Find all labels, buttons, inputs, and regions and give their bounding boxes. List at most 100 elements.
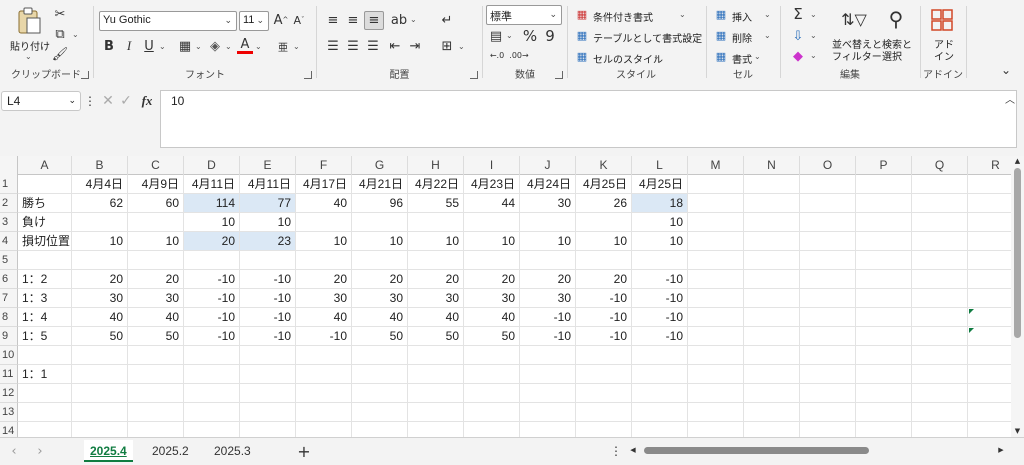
- more-options-icon[interactable]: ⋮: [84, 93, 96, 109]
- clear-icon[interactable]: ◆: [790, 48, 806, 64]
- cell-n5[interactable]: [744, 251, 800, 270]
- cell-c4[interactable]: 10: [128, 232, 184, 251]
- column-header-p[interactable]: P: [856, 156, 912, 175]
- cell-h1[interactable]: 4月22日: [408, 175, 464, 194]
- cell-f5[interactable]: [296, 251, 352, 270]
- cell-p13[interactable]: [856, 403, 912, 422]
- insert-dropdown-icon[interactable]: ⌄: [764, 10, 771, 19]
- cell-b13[interactable]: [72, 403, 128, 422]
- clipboard-launcher-icon[interactable]: [81, 71, 89, 79]
- cell-p9[interactable]: [856, 327, 912, 346]
- cell-b9[interactable]: 50: [72, 327, 128, 346]
- cell-h5[interactable]: [408, 251, 464, 270]
- cell-p12[interactable]: [856, 384, 912, 403]
- cell-c11[interactable]: [128, 365, 184, 384]
- cell-n1[interactable]: [744, 175, 800, 194]
- italic-icon[interactable]: I: [121, 38, 137, 54]
- cell-h8[interactable]: 40: [408, 308, 464, 327]
- column-header-r[interactable]: R: [968, 156, 1011, 175]
- fill-icon[interactable]: ⇩: [790, 28, 806, 44]
- merge-center-icon[interactable]: ⊞: [438, 38, 456, 54]
- cell-f14[interactable]: [296, 422, 352, 437]
- column-header-h[interactable]: H: [408, 156, 464, 175]
- cell-b14[interactable]: [72, 422, 128, 437]
- cell-k11[interactable]: [576, 365, 632, 384]
- comma-style-icon[interactable]: 9: [542, 27, 558, 45]
- cell-a3[interactable]: 負け: [18, 213, 72, 232]
- cell-r8[interactable]: 1: [968, 308, 1011, 327]
- cell-j9[interactable]: -10: [520, 327, 576, 346]
- find-select-line2[interactable]: 選択: [882, 48, 902, 63]
- cell-e7[interactable]: -10: [240, 289, 296, 308]
- cell-p4[interactable]: [856, 232, 912, 251]
- cell-o6[interactable]: [800, 270, 856, 289]
- cell-d9[interactable]: -10: [184, 327, 240, 346]
- cell-c6[interactable]: 20: [128, 270, 184, 289]
- cell-k5[interactable]: [576, 251, 632, 270]
- border-icon[interactable]: ▦: [177, 38, 193, 54]
- cell-d3[interactable]: 10: [184, 213, 240, 232]
- insert-cells-icon[interactable]: ▦: [714, 7, 728, 21]
- add-sheet-icon[interactable]: +: [296, 442, 312, 461]
- cell-f9[interactable]: -10: [296, 327, 352, 346]
- cell-p3[interactable]: [856, 213, 912, 232]
- cell-d12[interactable]: [184, 384, 240, 403]
- cell-m6[interactable]: [688, 270, 744, 289]
- delete-dropdown-icon[interactable]: ⌄: [764, 31, 771, 40]
- cell-i2[interactable]: 44: [464, 194, 520, 213]
- cell-p5[interactable]: [856, 251, 912, 270]
- cell-c1[interactable]: 4月9日: [128, 175, 184, 194]
- font-shrink-icon[interactable]: Aˇ: [291, 12, 307, 28]
- cell-m5[interactable]: [688, 251, 744, 270]
- cell-d7[interactable]: -10: [184, 289, 240, 308]
- cell-r6[interactable]: 1: [968, 270, 1011, 289]
- cell-a11[interactable]: 1：1: [18, 365, 72, 384]
- cell-k12[interactable]: [576, 384, 632, 403]
- worksheet-grid[interactable]: ABCDEFGHIJKLMNOPQR 1 4月4日 4月9日 4月11日 4月11日 4月…: [0, 156, 1011, 437]
- cell-b2[interactable]: 62: [72, 194, 128, 213]
- format-painter-icon[interactable]: 🖌: [52, 46, 69, 62]
- cell-g9[interactable]: 50: [352, 327, 408, 346]
- cell-f6[interactable]: 20: [296, 270, 352, 289]
- cell-r9[interactable]: 1: [968, 327, 1011, 346]
- cell-g6[interactable]: 20: [352, 270, 408, 289]
- cell-r14[interactable]: [968, 422, 1011, 437]
- cell-n6[interactable]: [744, 270, 800, 289]
- cell-k7[interactable]: -10: [576, 289, 632, 308]
- cell-k3[interactable]: [576, 213, 632, 232]
- sheet-tab-2025-4[interactable]: 2025.4: [84, 440, 133, 462]
- cell-d6[interactable]: -10: [184, 270, 240, 289]
- cell-i5[interactable]: [464, 251, 520, 270]
- cell-i1[interactable]: 4月23日: [464, 175, 520, 194]
- cell-n2[interactable]: [744, 194, 800, 213]
- cell-h3[interactable]: [408, 213, 464, 232]
- cell-f8[interactable]: 40: [296, 308, 352, 327]
- cell-k14[interactable]: [576, 422, 632, 437]
- cell-p11[interactable]: [856, 365, 912, 384]
- cell-g8[interactable]: 40: [352, 308, 408, 327]
- cell-k13[interactable]: [576, 403, 632, 422]
- cell-o13[interactable]: [800, 403, 856, 422]
- cell-m13[interactable]: [688, 403, 744, 422]
- cell-k8[interactable]: -10: [576, 308, 632, 327]
- scroll-up-icon[interactable]: ▲: [1013, 156, 1022, 166]
- align-left-icon[interactable]: ☰: [324, 38, 342, 54]
- cell-o14[interactable]: [800, 422, 856, 437]
- cell-styles-icon[interactable]: ▦: [575, 49, 589, 63]
- cut-icon[interactable]: ✂: [52, 6, 68, 22]
- cell-e6[interactable]: -10: [240, 270, 296, 289]
- cell-j13[interactable]: [520, 403, 576, 422]
- cell-k10[interactable]: [576, 346, 632, 365]
- cell-b11[interactable]: [72, 365, 128, 384]
- column-header-c[interactable]: C: [128, 156, 184, 175]
- cell-e13[interactable]: [240, 403, 296, 422]
- paste-icon[interactable]: [14, 6, 44, 36]
- cell-j5[interactable]: [520, 251, 576, 270]
- alignment-launcher-icon[interactable]: [470, 71, 478, 79]
- cell-l6[interactable]: -10: [632, 270, 688, 289]
- column-header-m[interactable]: M: [688, 156, 744, 175]
- conditional-format-icon[interactable]: ▦: [575, 7, 589, 21]
- cell-h4[interactable]: 10: [408, 232, 464, 251]
- cell-p7[interactable]: [856, 289, 912, 308]
- cell-h12[interactable]: [408, 384, 464, 403]
